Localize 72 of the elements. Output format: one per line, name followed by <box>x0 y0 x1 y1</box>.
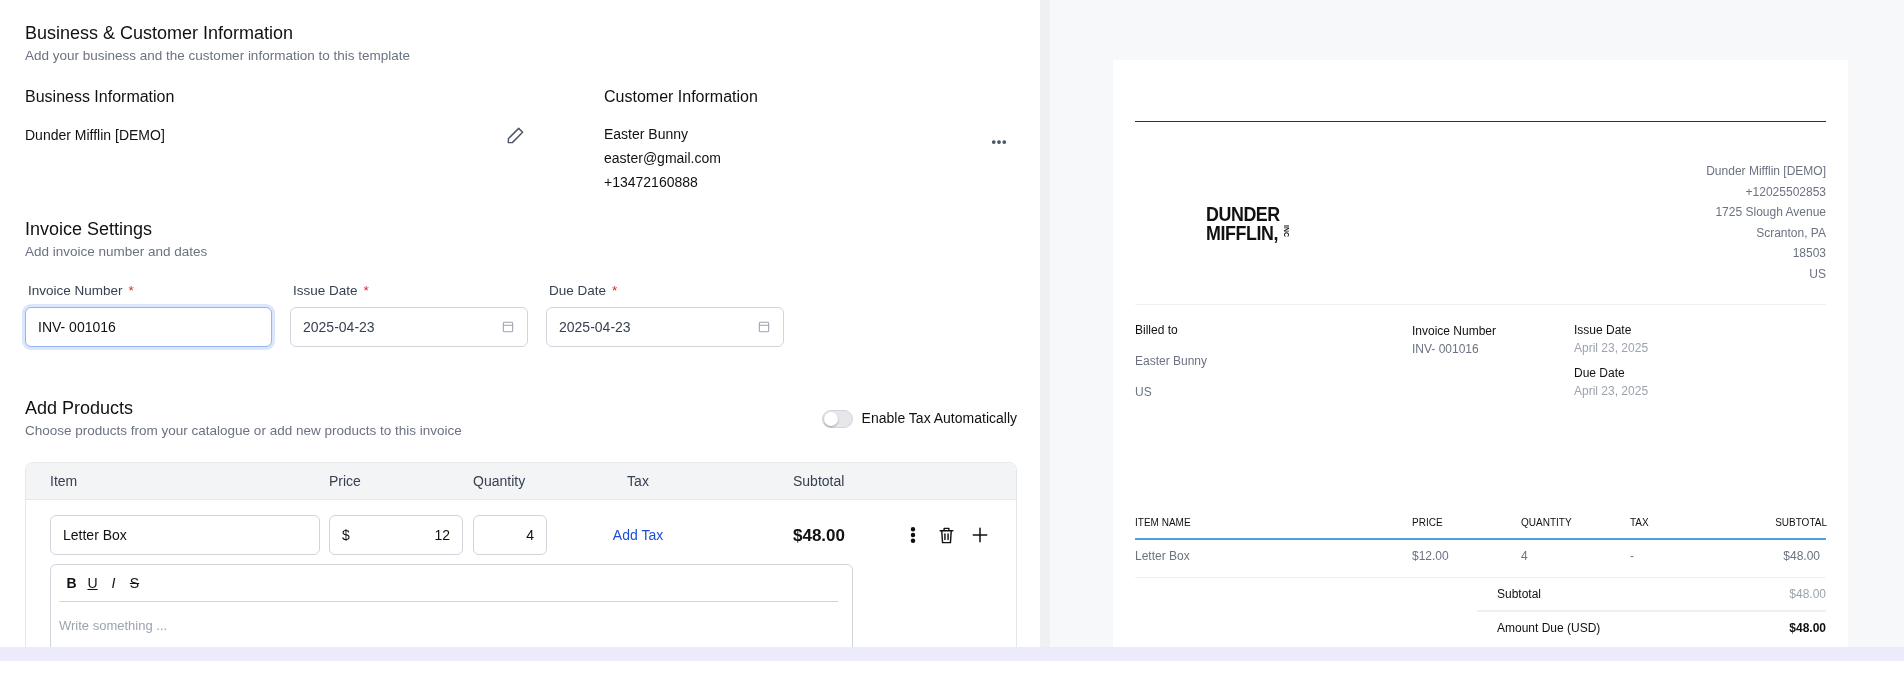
section-subtitle: Choose products from your catalogue or add new products to this invoice <box>25 422 462 441</box>
invoice-number-value: INV- 001016 <box>1412 341 1480 358</box>
required-marker: * <box>128 283 134 298</box>
required-marker: * <box>612 283 618 298</box>
field-label: Issue Date <box>293 283 358 298</box>
item-name-field[interactable]: Letter Box <box>50 515 320 556</box>
customer-phone: +13472160888 <box>604 173 699 192</box>
column-header: Quantity <box>473 472 526 489</box>
editor-placeholder: Write something ... <box>59 617 169 636</box>
text-field[interactable]: INV- 001016 <box>25 307 272 348</box>
customer-email: easter@gmail.com <box>604 149 721 168</box>
billed-to-label: Billed to <box>1135 322 1179 339</box>
trash-icon[interactable] <box>937 525 956 545</box>
field-label: Due Date <box>549 283 607 298</box>
column-header: Item <box>50 472 78 489</box>
date-label: Issue Date <box>1574 322 1633 339</box>
section-title: Add Products <box>25 397 135 420</box>
column-header: PRICE <box>1412 517 1443 528</box>
date-field[interactable]: 2025-04-23 <box>290 307 528 348</box>
subsection-title: Business Information <box>25 87 176 107</box>
strikethrough-button[interactable]: S <box>128 573 141 595</box>
row-subtotal: $48.00 <box>793 525 845 545</box>
calendar-icon <box>757 320 771 335</box>
column-header: QUANTITY <box>1521 517 1572 528</box>
customer-name: Easter Bunny <box>604 125 690 144</box>
total-label: Subtotal <box>1497 586 1542 603</box>
date-value: April 23, 2025 <box>1574 340 1649 357</box>
italic-button[interactable]: I <box>107 573 120 595</box>
company-address-line: Scranton, PA <box>1755 224 1826 242</box>
table-cell: - <box>1630 549 1634 563</box>
table-cell: $48.00 <box>1783 549 1820 563</box>
billed-to-line: US <box>1135 384 1153 401</box>
table-cell: 4 <box>1521 549 1528 563</box>
section-title: Business & Customer Information <box>25 22 295 44</box>
bold-button[interactable]: B <box>65 573 78 595</box>
quantity-field[interactable]: 4 <box>473 515 547 556</box>
field-label: Invoice Number <box>28 283 123 298</box>
column-header: Tax <box>627 472 649 489</box>
table-cell: $12.00 <box>1412 549 1449 563</box>
business-name: Dunder Mifflin [DEMO] <box>25 126 165 145</box>
add-tax-link[interactable]: Add Tax <box>612 527 664 544</box>
company-address-line: Dunder Mifflin [DEMO] <box>1706 163 1826 180</box>
column-header: Price <box>329 472 361 489</box>
subsection-title: Customer Information <box>604 87 759 107</box>
price-field[interactable]: $ 12 <box>329 515 463 556</box>
column-header: SUBTOTAL <box>1775 517 1827 528</box>
date-label: Due Date <box>1574 365 1626 382</box>
total-label: Amount Due (USD) <box>1497 620 1601 637</box>
toggle-switch[interactable] <box>821 409 853 428</box>
table-cell: Letter Box <box>1135 549 1190 563</box>
billed-to-line: Easter Bunny <box>1135 353 1209 370</box>
date-field[interactable]: 2025-04-23 <box>546 307 784 348</box>
company-address-line: 1725 Slough Avenue <box>1714 204 1826 221</box>
total-value: $48.00 <box>1789 586 1826 603</box>
company-address-line: +12025502853 <box>1744 183 1826 201</box>
company-address-line: 18503 <box>1791 245 1826 262</box>
invoice-number-label: Invoice Number <box>1412 323 1498 340</box>
section-subtitle: Add invoice number and dates <box>25 243 209 261</box>
pencil-icon[interactable] <box>506 126 525 145</box>
section-title: Invoice Settings <box>25 218 154 240</box>
underline-button[interactable]: U <box>86 573 99 595</box>
toggle-label: Enable Tax Automatically <box>861 409 1017 429</box>
column-header: Subtotal <box>793 472 845 489</box>
column-header: ITEM NAME <box>1135 517 1191 528</box>
calendar-icon <box>501 320 515 335</box>
company-address-line: US <box>1808 265 1826 283</box>
column-header: TAX <box>1630 517 1649 528</box>
section-subtitle: Add your business and the customer information to this template <box>25 47 411 65</box>
horizontal-scrollbar[interactable] <box>0 647 1904 661</box>
date-value: April 23, 2025 <box>1574 383 1649 400</box>
amount-due-value: $48.00 <box>1789 620 1826 637</box>
required-marker: * <box>363 283 369 298</box>
